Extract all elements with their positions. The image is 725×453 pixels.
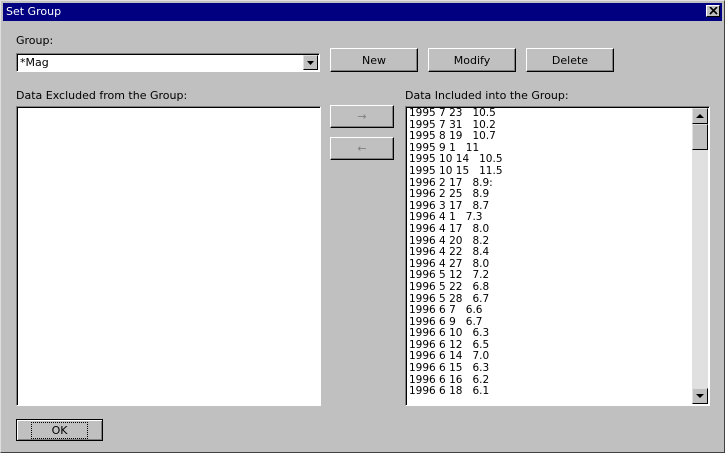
list-item[interactable]: 1996 4 22 8.4	[409, 247, 503, 259]
excluded-listbox[interactable]	[16, 106, 321, 406]
scroll-down-icon	[696, 394, 704, 398]
list-item[interactable]: 1995 10 15 11.5	[409, 165, 503, 178]
list-item[interactable]: 1996 6 15 6.3	[409, 362, 503, 375]
dropdown-arrow-icon	[307, 61, 314, 65]
close-button[interactable]	[706, 5, 720, 17]
delete-button[interactable]: Delete	[526, 48, 614, 72]
group-dropdown-button[interactable]	[303, 55, 318, 70]
modify-button[interactable]: Modify	[428, 48, 516, 72]
list-item[interactable]: 1996 6 18 6.1	[409, 386, 503, 398]
included-label: Data Included into the Group:	[405, 89, 569, 102]
group-combobox[interactable]: *Mag	[16, 53, 320, 72]
ok-button-label: OK	[30, 421, 89, 439]
window-title: Set Group	[6, 5, 62, 18]
scroll-down-button[interactable]	[692, 388, 708, 404]
exclude-arrow-button[interactable]: ←	[330, 137, 394, 160]
set-group-dialog: Set Group Group: *Mag New Modify Delete …	[0, 0, 725, 453]
list-item[interactable]: 1996 4 17 8.0	[409, 223, 503, 236]
included-scrollbar[interactable]	[692, 108, 708, 404]
group-label: Group:	[16, 34, 54, 47]
arrow-left-icon: ←	[357, 142, 367, 155]
excluded-label: Data Excluded from the Group:	[16, 89, 188, 102]
new-button[interactable]: New	[330, 48, 418, 72]
list-item[interactable]: 1996 6 7 6.6	[409, 304, 503, 317]
included-items: 1995 7 23 10.5 1995 7 31 10.2 1995 8 19 10…	[409, 107, 503, 398]
included-listbox[interactable]: 1995 7 23 10.5 1995 7 31 10.2 1995 8 19 10…	[405, 106, 710, 406]
arrow-right-icon: →	[357, 110, 367, 123]
group-combobox-value: *Mag	[20, 56, 49, 69]
close-icon	[709, 7, 718, 15]
title-bar[interactable]: Set Group	[3, 3, 722, 21]
scroll-up-icon	[696, 114, 704, 118]
scroll-up-button[interactable]	[692, 108, 708, 124]
include-arrow-button[interactable]: →	[330, 105, 394, 128]
list-item[interactable]: 1995 7 23 10.5	[409, 107, 503, 120]
list-item[interactable]: 1996 5 22 6.8	[409, 281, 503, 294]
list-item[interactable]: 1996 2 25 8.9	[409, 189, 503, 201]
ok-button[interactable]: OK	[16, 419, 103, 441]
scroll-thumb[interactable]	[692, 124, 708, 150]
